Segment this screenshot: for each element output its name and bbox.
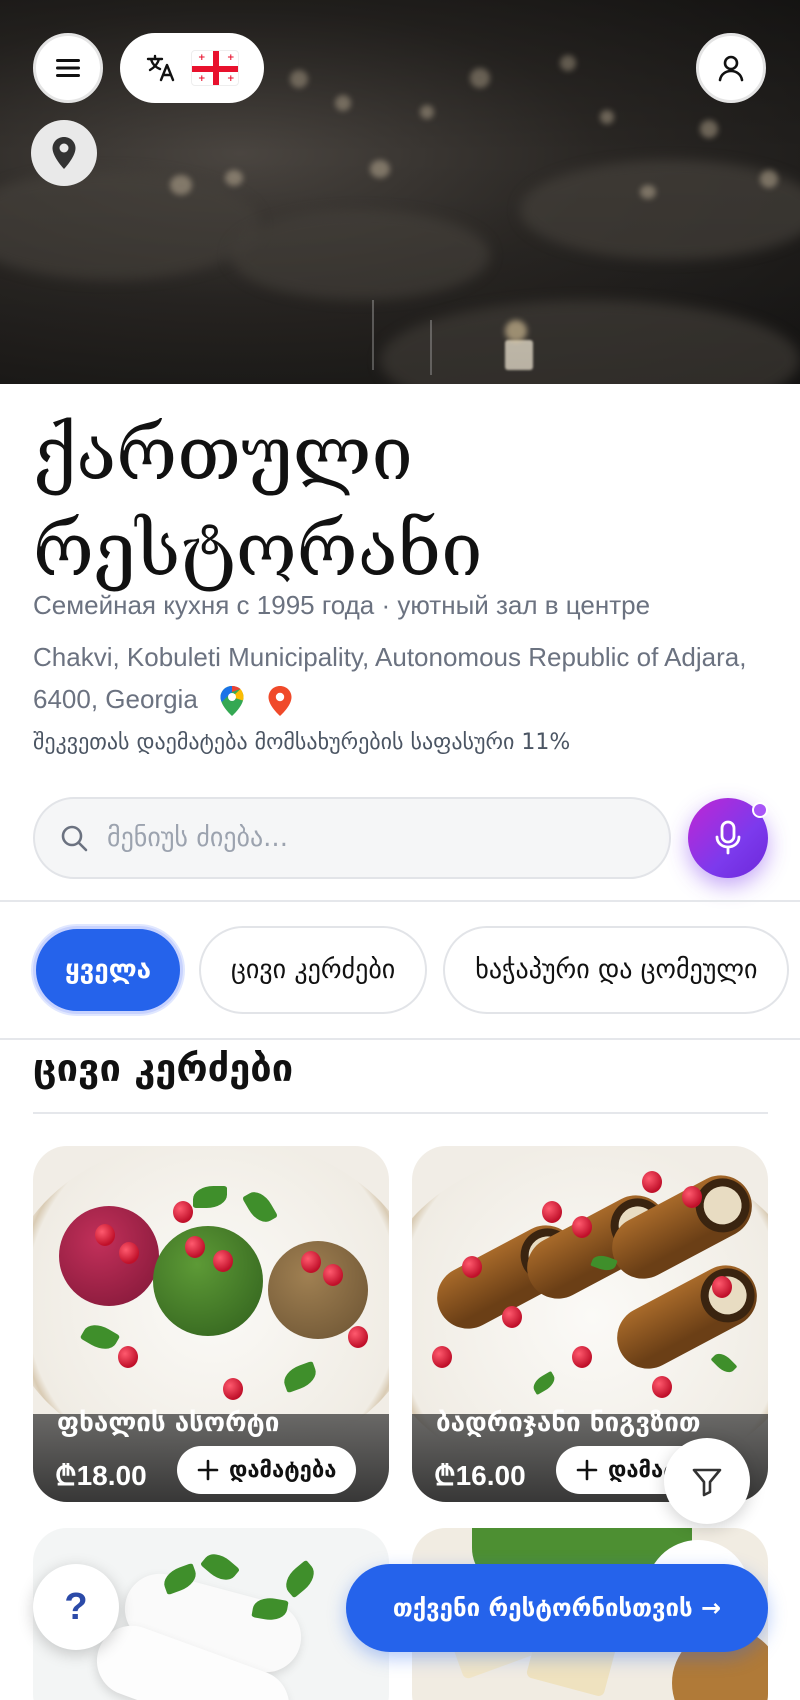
- category-tabs: ყველა ცივი კერძები ხაჭაპური და ცომეული: [33, 926, 790, 1014]
- help-button[interactable]: ?: [33, 1564, 119, 1650]
- filter-icon: [692, 1468, 722, 1497]
- section-divider: [33, 1112, 768, 1114]
- divider: [0, 1038, 800, 1040]
- georgia-flag-icon: + + + +: [191, 50, 239, 86]
- plus-icon: [197, 1459, 219, 1481]
- location-button[interactable]: [31, 120, 97, 186]
- title-line-1: ქართული: [33, 411, 413, 497]
- menu-button[interactable]: [33, 33, 103, 103]
- title-line-2: რესტორანი: [33, 507, 483, 593]
- location-pin-icon[interactable]: [267, 685, 293, 717]
- category-chip-khachapuri[interactable]: ხაჭაპური და ცომეული: [443, 926, 790, 1014]
- language-selector[interactable]: + + + +: [120, 33, 264, 103]
- add-to-cart-button[interactable]: დამატება: [177, 1446, 357, 1494]
- for-your-restaurant-button[interactable]: თქვენი რესტორნისთვის →: [346, 1564, 768, 1652]
- restaurant-subtitle: Семейная кухня с 1995 года · уютный зал …: [33, 590, 651, 620]
- microphone-icon: [715, 820, 741, 855]
- service-fee-note: შეკვეთას დაემატება მომსახურების საფასური…: [33, 730, 571, 755]
- profile-button[interactable]: [696, 33, 766, 103]
- search-bar[interactable]: [33, 797, 671, 879]
- hamburger-menu-icon: [56, 59, 80, 77]
- google-maps-icon[interactable]: [219, 685, 245, 717]
- category-chip-cold-dishes[interactable]: ცივი კერძები: [199, 926, 428, 1014]
- menu-item-name: ბადრიჯანი ნიგვზით: [436, 1408, 701, 1438]
- voice-search-button[interactable]: [688, 798, 768, 878]
- address-text: Chakvi, Kobuleti Municipality, Autonomou…: [33, 642, 747, 714]
- user-icon: [718, 55, 744, 82]
- menu-item-card[interactable]: ფხალის ასორტი ₾18.00 დამატება: [33, 1146, 389, 1502]
- mic-indicator-dot: [752, 802, 768, 818]
- restaurant-title: ქართული რესტორანი: [33, 406, 773, 598]
- map-pin-icon: [52, 137, 76, 169]
- section-title: ცივი კერძები: [33, 1046, 294, 1090]
- restaurant-address: Chakvi, Kobuleti Municipality, Autonomou…: [33, 636, 773, 720]
- search-icon: [61, 825, 88, 852]
- divider: [0, 900, 800, 902]
- menu-item-price: ₾16.00: [434, 1460, 526, 1491]
- menu-item-price: ₾18.00: [55, 1460, 147, 1491]
- add-to-cart-label: დამატება: [229, 1457, 337, 1483]
- plus-icon: [576, 1459, 598, 1481]
- hero-banner: [0, 0, 800, 384]
- translate-icon: [146, 54, 175, 82]
- menu-item-name: ფხალის ასორტი: [57, 1408, 280, 1438]
- filter-button[interactable]: [664, 1438, 750, 1524]
- search-input[interactable]: [107, 823, 627, 853]
- category-chip-all[interactable]: ყველა: [33, 926, 183, 1014]
